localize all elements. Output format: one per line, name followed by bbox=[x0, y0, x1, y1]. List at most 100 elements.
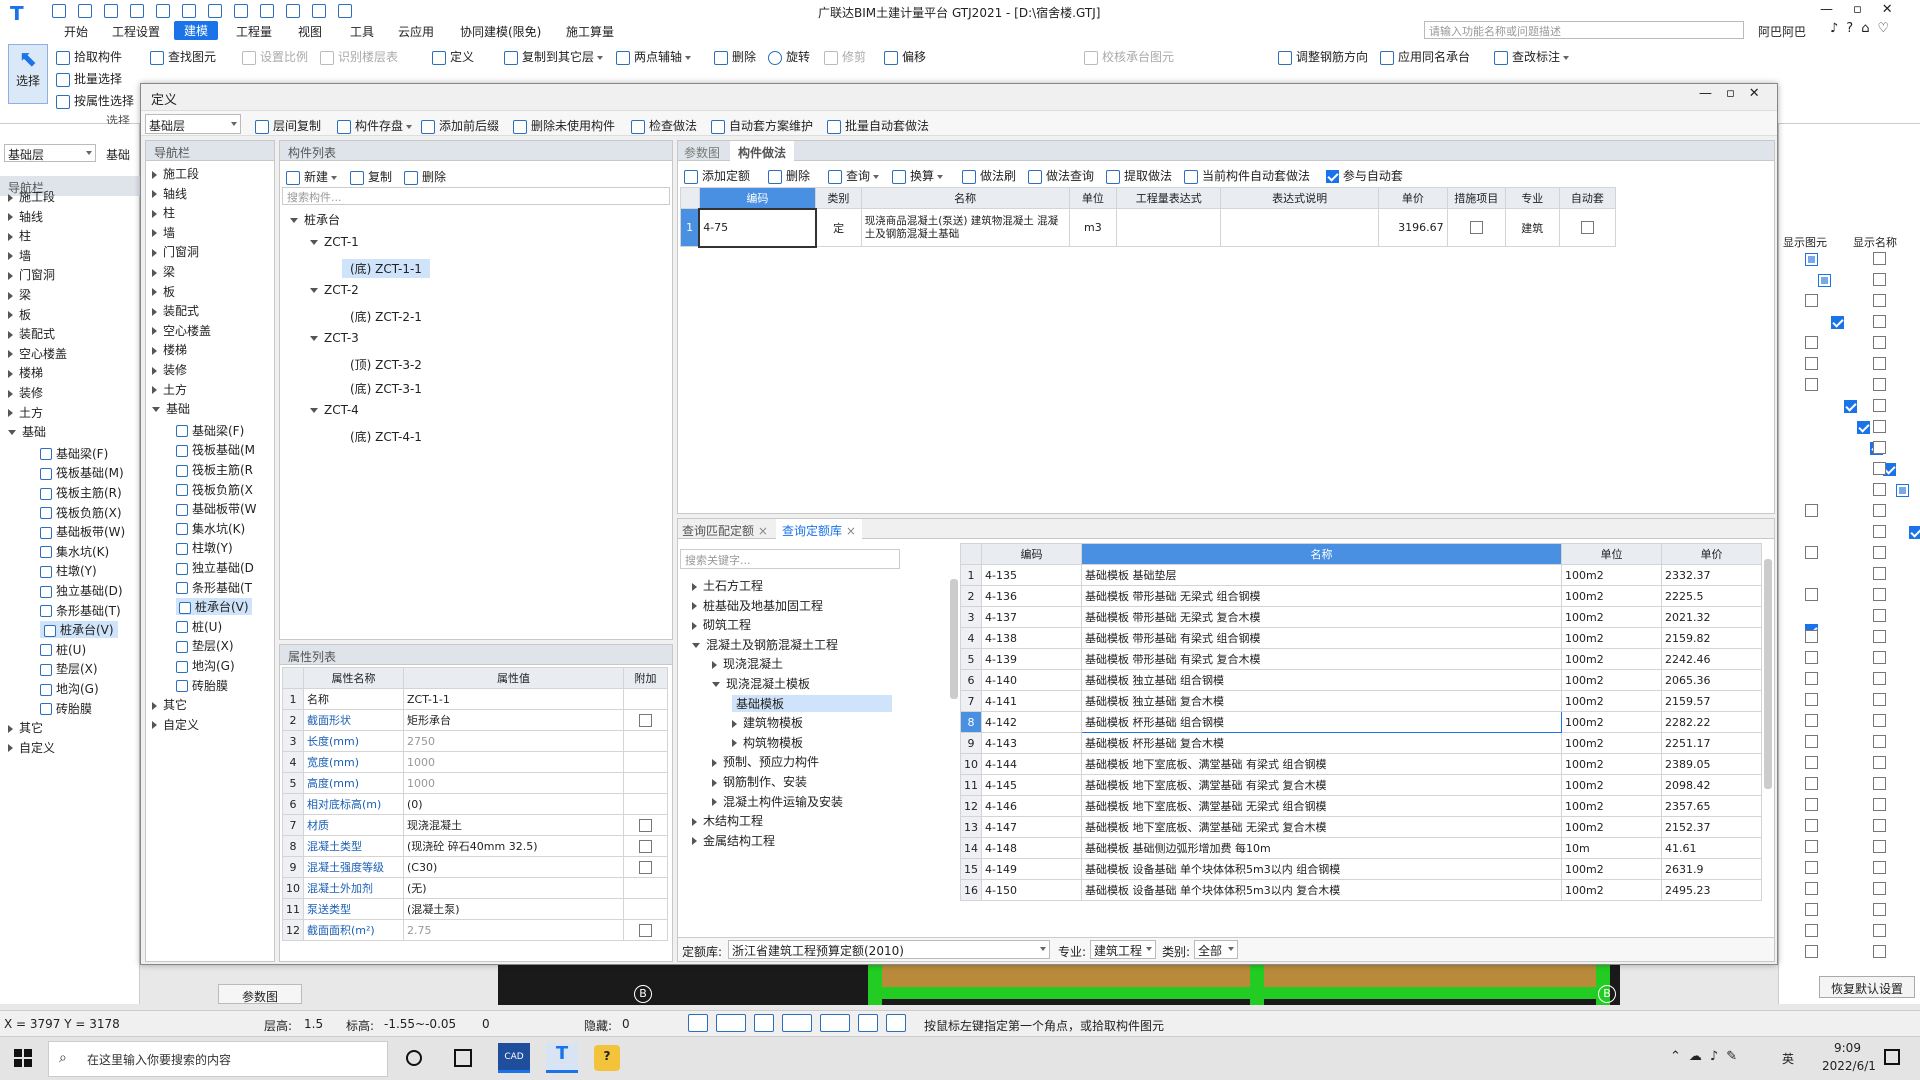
show-name-checkbox[interactable] bbox=[1873, 273, 1886, 286]
adjust-rebar-direction-button[interactable]: 调整钢筋方向 bbox=[1278, 48, 1368, 65]
gtj-app-icon[interactable]: T bbox=[546, 1043, 578, 1073]
show-element-checkbox[interactable] bbox=[1805, 546, 1818, 559]
tab-component-method[interactable]: 构件做法 bbox=[730, 141, 795, 161]
floor-select[interactable]: 基础层 bbox=[4, 144, 96, 162]
dialog-nav-item[interactable]: 楼梯 bbox=[152, 341, 187, 358]
nav-item[interactable]: 自定义 bbox=[8, 739, 55, 756]
expand-icon[interactable] bbox=[8, 369, 13, 378]
show-element-checkbox[interactable] bbox=[1805, 861, 1818, 874]
show-name-checkbox[interactable] bbox=[1873, 252, 1886, 265]
dialog-nav-item[interactable]: 空心楼盖 bbox=[152, 322, 211, 339]
attach-checkbox[interactable] bbox=[639, 860, 652, 874]
two-point-axis-button[interactable]: 两点辅轴 bbox=[616, 48, 692, 65]
auto-checkbox[interactable] bbox=[1580, 221, 1594, 235]
expand-icon[interactable] bbox=[8, 311, 13, 320]
show-name-checkbox[interactable] bbox=[1873, 651, 1886, 664]
attach-checkbox[interactable] bbox=[639, 818, 652, 832]
expand-icon[interactable] bbox=[8, 271, 13, 280]
dialog-nav-item[interactable]: 自定义 bbox=[152, 716, 199, 733]
quota-tree-scrollbar[interactable] bbox=[950, 579, 958, 699]
quota-row[interactable]: 15 4-149 基础模板 设备基础 单个块体体积5m3以内 组合钢模 100m2 26… bbox=[960, 858, 1762, 880]
nav-sub-item[interactable]: 基础板带(W) bbox=[40, 523, 125, 540]
show-element-checkbox[interactable] bbox=[1805, 294, 1818, 307]
show-element-checkbox[interactable] bbox=[1805, 504, 1818, 517]
show-name-checkbox[interactable] bbox=[1873, 441, 1886, 454]
menu-project-settings[interactable]: 工程设置 bbox=[112, 23, 160, 40]
expand-icon[interactable] bbox=[310, 336, 318, 341]
method-expr-cell[interactable] bbox=[1116, 208, 1222, 247]
quota-tree-item[interactable]: 现浇混凝土 bbox=[712, 655, 783, 672]
expand-icon[interactable] bbox=[152, 248, 157, 257]
tab-quota-library[interactable]: 查询定额库 × bbox=[776, 519, 862, 539]
nav-sub-item[interactable]: 基础梁(F) bbox=[40, 445, 108, 462]
expand-icon[interactable] bbox=[152, 407, 160, 413]
nav-item[interactable]: 基础 bbox=[8, 423, 46, 440]
expand-icon[interactable] bbox=[8, 430, 16, 436]
quota-table-scrollbar[interactable] bbox=[1764, 559, 1772, 789]
cad-app-icon[interactable]: CAD bbox=[498, 1043, 530, 1073]
dialog-nav-item[interactable]: 施工段 bbox=[152, 165, 199, 182]
show-name-checkbox[interactable] bbox=[1873, 861, 1886, 874]
trim-button[interactable]: 修剪 bbox=[824, 48, 866, 65]
show-name-checkbox[interactable] bbox=[1873, 315, 1886, 328]
show-element-checkbox[interactable] bbox=[1805, 378, 1818, 391]
show-element-checkbox[interactable] bbox=[1805, 357, 1818, 370]
attach-checkbox[interactable] bbox=[639, 923, 652, 937]
nav-sub-item[interactable]: 筏板主筋(R) bbox=[40, 484, 122, 501]
component-search-input[interactable]: 搜索构件... bbox=[282, 187, 670, 205]
expand-icon[interactable] bbox=[692, 837, 697, 846]
quota-row[interactable]: 6 4-140 基础模板 独立基础 组合钢模 100m2 2065.36 bbox=[960, 669, 1762, 691]
dialog-nav-sub-item[interactable]: 地沟(G) bbox=[176, 657, 235, 674]
expand-icon[interactable] bbox=[152, 190, 157, 199]
menu-modeling[interactable]: 建模 bbox=[174, 21, 219, 40]
nav-item[interactable]: 楼梯 bbox=[8, 364, 43, 381]
dialog-floor-select[interactable]: 基础层 bbox=[145, 114, 241, 134]
expand-icon[interactable] bbox=[8, 213, 13, 222]
show-name-checkbox[interactable] bbox=[1873, 588, 1886, 601]
select-tool-button[interactable]: ⬉ 选择 bbox=[8, 44, 48, 104]
quota-row[interactable]: 2 4-136 基础模板 带形基础 无梁式 组合钢模 100m2 2225.5 bbox=[960, 585, 1762, 607]
show-element-checkbox[interactable] bbox=[1831, 316, 1844, 329]
tree-leaf[interactable]: (底) ZCT-3-1 bbox=[342, 379, 430, 398]
dialog-nav-item[interactable]: 柱 bbox=[152, 204, 175, 221]
expand-icon[interactable] bbox=[712, 660, 717, 669]
extract-method-button[interactable]: 提取做法 bbox=[1106, 167, 1172, 184]
expand-icon[interactable] bbox=[152, 209, 157, 218]
apply-same-name-cap-button[interactable]: 应用同名承台 bbox=[1380, 48, 1470, 65]
expand-icon[interactable] bbox=[152, 386, 157, 395]
expand-icon[interactable] bbox=[8, 232, 13, 241]
expand-icon[interactable] bbox=[712, 798, 717, 807]
tree-leaf[interactable]: (底) ZCT-4-1 bbox=[342, 427, 430, 446]
show-name-checkbox[interactable] bbox=[1873, 756, 1886, 769]
category-select[interactable]: 全部 bbox=[1194, 940, 1238, 959]
cortana-icon[interactable] bbox=[406, 1050, 422, 1066]
tree-group[interactable]: ZCT-4 bbox=[310, 403, 359, 417]
expand-icon[interactable] bbox=[732, 719, 737, 728]
query-search-input[interactable]: 搜索关键字... bbox=[680, 549, 900, 569]
nav-item[interactable]: 轴线 bbox=[8, 208, 43, 225]
quota-tree-item[interactable]: 预制、预应力构件 bbox=[712, 753, 819, 770]
quota-tree-item[interactable]: 土石方工程 bbox=[692, 577, 763, 594]
auto-method-current-button[interactable]: 当前构件自动套做法 bbox=[1184, 167, 1310, 184]
expand-icon[interactable] bbox=[692, 817, 697, 826]
menu-start[interactable]: 开始 bbox=[64, 23, 88, 40]
expand-icon[interactable] bbox=[152, 307, 157, 316]
close-icon[interactable]: × bbox=[846, 524, 856, 538]
property-row[interactable]: 10 混凝土外加剂 (无) bbox=[282, 877, 668, 899]
show-element-checkbox[interactable] bbox=[1805, 693, 1818, 706]
major-select[interactable]: 建筑工程 bbox=[1090, 940, 1156, 959]
expand-icon[interactable] bbox=[310, 288, 318, 293]
show-element-checkbox[interactable] bbox=[1805, 798, 1818, 811]
participate-auto-checkbox[interactable]: 参与自动套 bbox=[1326, 167, 1403, 184]
show-name-checkbox[interactable] bbox=[1873, 819, 1886, 832]
copy-component-button[interactable]: 复制 bbox=[350, 168, 392, 185]
dialog-nav-item[interactable]: 门窗洞 bbox=[152, 243, 199, 260]
offset-button[interactable]: 偏移 bbox=[884, 48, 926, 65]
prop-value[interactable]: 矩形承台 bbox=[403, 709, 624, 731]
quota-row[interactable]: 16 4-150 基础模板 设备基础 单个块体体积5m3以内 复合木模 100m2 24… bbox=[960, 879, 1762, 901]
quota-row[interactable]: 4 4-138 基础模板 带形基础 有梁式 组合钢模 100m2 2159.82 bbox=[960, 627, 1762, 649]
property-row[interactable]: 4 宽度(mm) 1000 bbox=[282, 751, 668, 773]
nav-item[interactable]: 板 bbox=[8, 306, 31, 323]
expand-icon[interactable] bbox=[732, 739, 737, 748]
menu-tools[interactable]: 工具 bbox=[350, 23, 374, 40]
